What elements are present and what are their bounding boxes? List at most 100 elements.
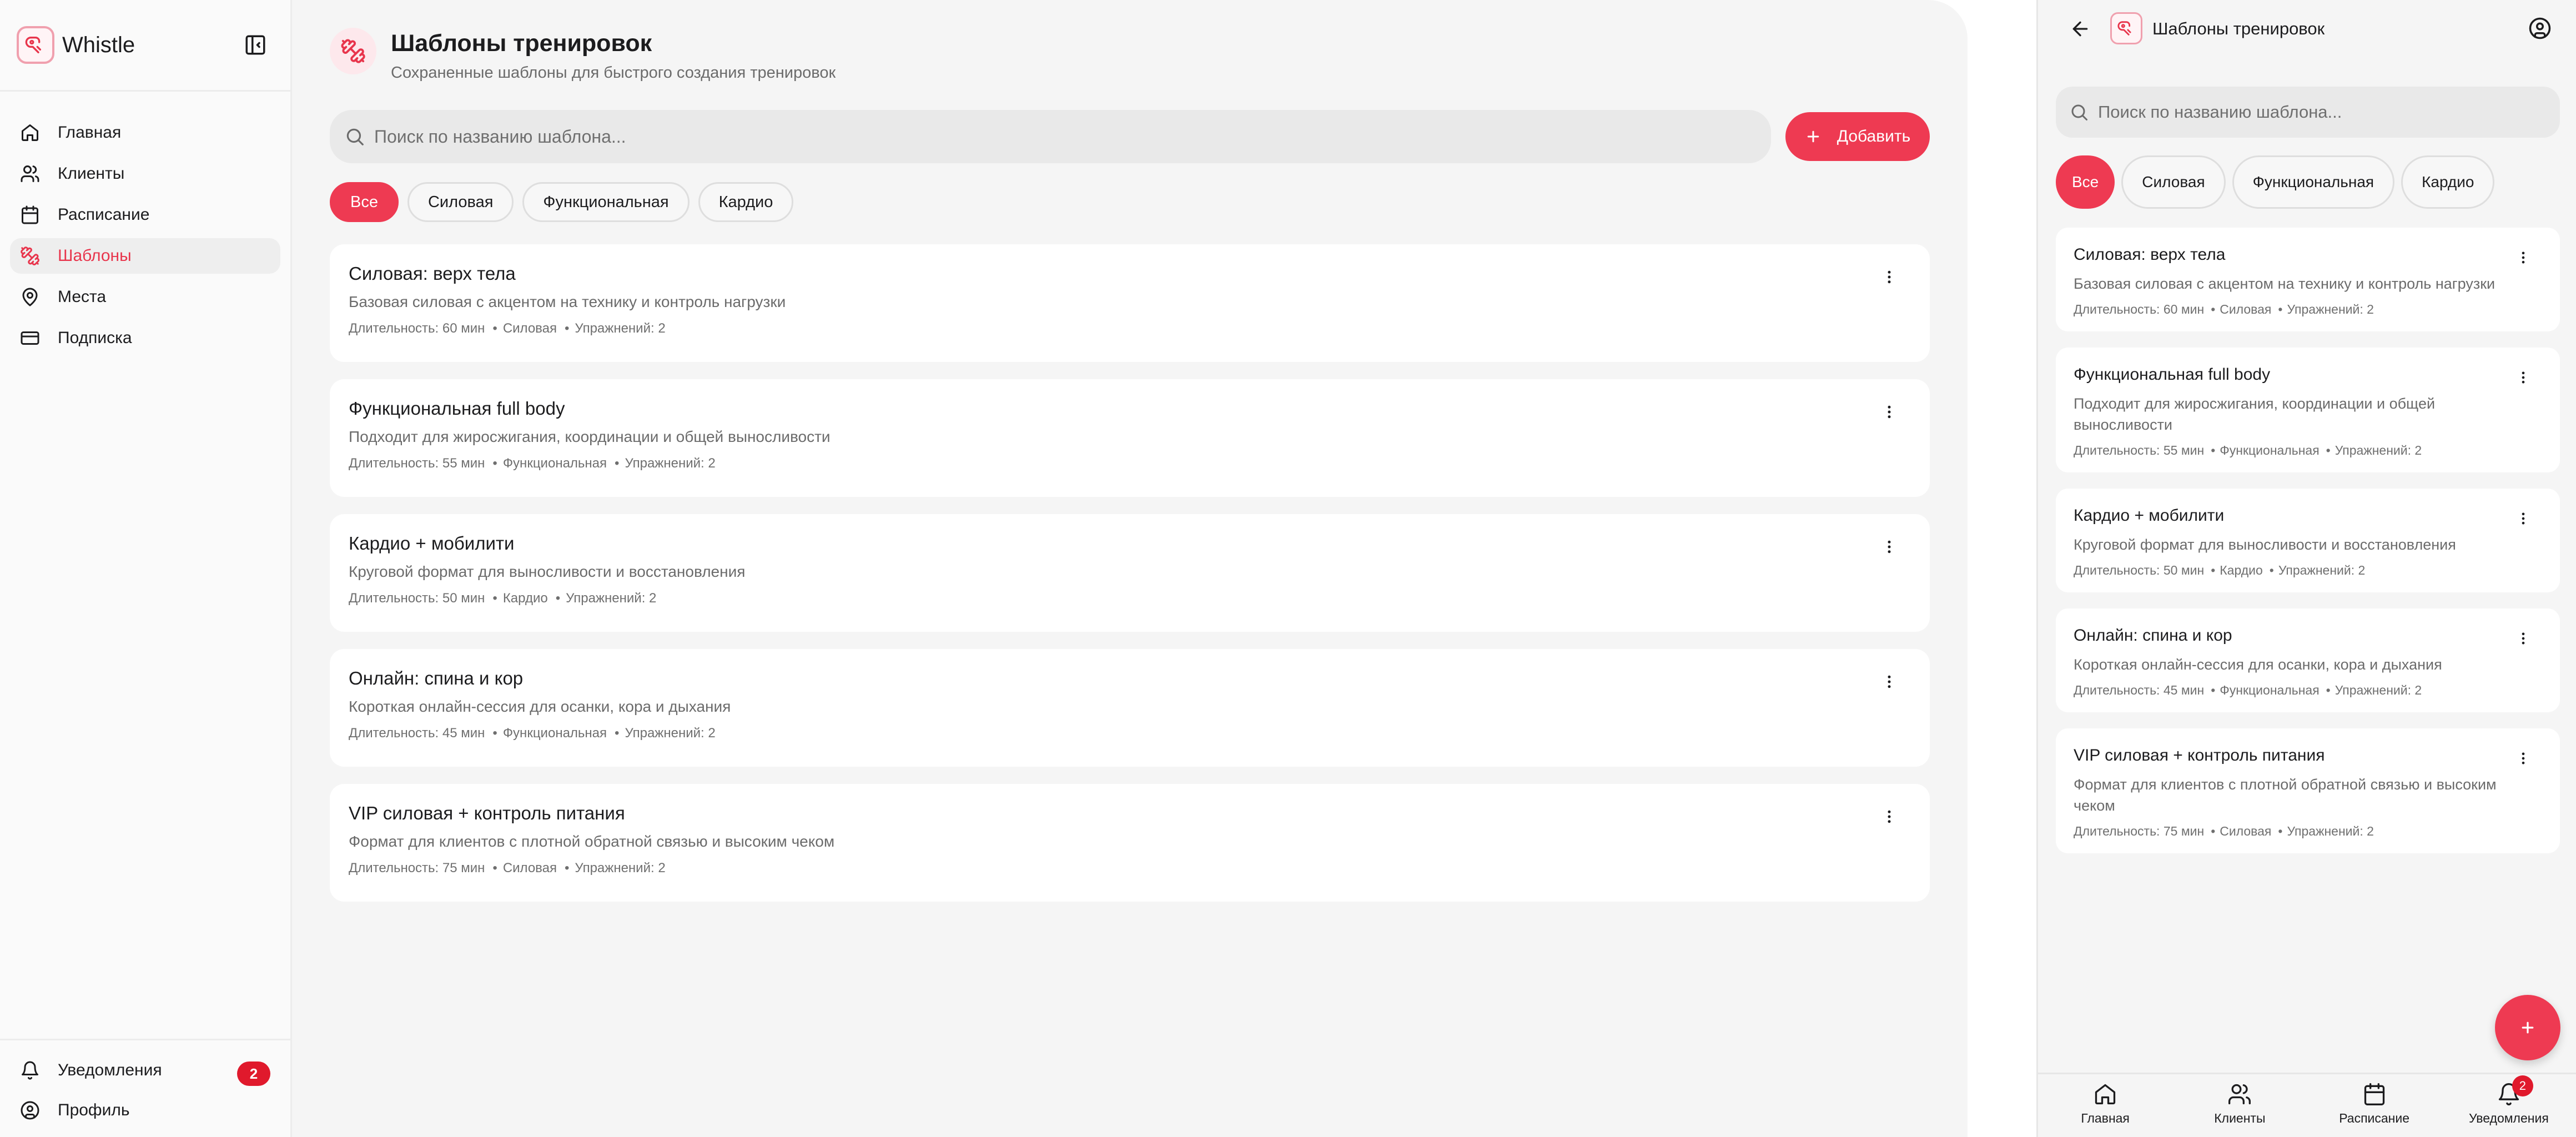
template-type: Силовая <box>2220 302 2272 316</box>
template-description: Подходит для жиросжигания, координации и… <box>2074 395 2436 433</box>
more-options-button[interactable] <box>2515 751 2531 766</box>
template-title: Кардио + мобилити <box>349 533 515 554</box>
filter-chip-all[interactable]: Все <box>2056 155 2115 209</box>
templates-icon <box>330 28 376 74</box>
template-duration: Длительность: 55 мин <box>349 456 485 471</box>
profile-button[interactable] <box>2528 17 2552 40</box>
app-logo[interactable] <box>17 26 54 64</box>
tab-label: Клиенты <box>2214 1111 2266 1125</box>
template-card[interactable]: Онлайн: спина и кор Короткая онлайн-сесс… <box>330 649 1930 767</box>
template-card[interactable]: Силовая: верх тела Базовая силовая с акц… <box>2056 228 2560 331</box>
filter-chip-cardio[interactable]: Кардио <box>698 182 794 222</box>
template-exercises: Упражнений: 2 <box>2334 443 2422 457</box>
tab-notifications[interactable]: 2 Уведомления <box>2442 1074 2576 1137</box>
more-options-button[interactable] <box>2515 370 2531 385</box>
more-options-button[interactable] <box>1881 808 1898 825</box>
templates-icon <box>19 245 41 267</box>
more-options-button[interactable] <box>2515 631 2531 646</box>
more-options-button[interactable] <box>1881 404 1898 420</box>
filter-chip-all[interactable]: Все <box>330 182 399 222</box>
app-name: Whistle <box>62 32 135 57</box>
template-type: Функциональная <box>502 456 607 471</box>
search-field[interactable] <box>2056 87 2560 138</box>
template-title: VIP силовая + контроль питания <box>349 803 625 823</box>
sidebar-item-home[interactable]: Главная <box>10 115 280 150</box>
sidebar-item-templates[interactable]: Шаблоны <box>10 238 280 274</box>
template-duration: Длительность: 75 мин <box>349 861 485 876</box>
template-meta: Длительность: 45 мин • Функциональная • Упра… <box>349 726 716 741</box>
template-card[interactable]: VIP силовая + контроль питания Формат дл… <box>2056 728 2560 853</box>
more-options-button[interactable] <box>2515 511 2531 526</box>
sidebar-item-label: Места <box>58 288 107 306</box>
sidebar-item-profile[interactable]: Профиль <box>10 1093 280 1128</box>
plus-icon <box>1807 130 1819 143</box>
sidebar-item-notifications[interactable]: Уведомления 2 <box>10 1053 280 1088</box>
users-icon <box>2228 1084 2251 1105</box>
template-duration: Длительность: 55 мин <box>2074 443 2205 457</box>
filter-chip-strength[interactable]: Силовая <box>407 182 514 222</box>
more-vertical-icon <box>2522 632 2525 645</box>
tab-home[interactable]: Главная <box>2038 1074 2172 1137</box>
sidebar-item-schedule[interactable]: Расписание <box>10 197 280 233</box>
template-duration: Длительность: 45 мин <box>349 726 485 741</box>
tab-label: Главная <box>2081 1111 2130 1125</box>
plus-icon <box>2522 1022 2534 1034</box>
search-input[interactable] <box>2098 102 2542 122</box>
back-button[interactable] <box>2069 18 2091 40</box>
users-icon <box>19 163 41 185</box>
page-subtitle: Сохраненные шаблоны для быстрого создани… <box>391 64 836 82</box>
search-icon <box>346 128 364 145</box>
collapse-sidebar-button[interactable] <box>244 33 267 57</box>
more-options-button[interactable] <box>1881 269 1898 285</box>
template-card[interactable]: Силовая: верх тела Базовая силовая с акц… <box>330 244 1930 362</box>
tab-schedule[interactable]: Расписание <box>2307 1074 2442 1137</box>
more-options-button[interactable] <box>1881 673 1898 690</box>
sidebar-item-subscription[interactable]: Подписка <box>10 320 280 356</box>
map-pin-icon <box>19 286 41 308</box>
template-card[interactable]: Функциональная full body Подходит для жи… <box>330 379 1930 497</box>
template-card[interactable]: Онлайн: спина и кор Короткая онлайн-сесс… <box>2056 608 2560 712</box>
template-description: Круговой формат для выносливости и восст… <box>349 563 746 580</box>
template-card[interactable]: Кардио + мобилити Круговой формат для вы… <box>2056 489 2560 592</box>
template-duration: Длительность: 75 мин <box>2074 824 2205 838</box>
desktop-view: Whistle Главная Клиенты Расписание Шабло… <box>0 0 1968 1137</box>
filter-chip-cardio[interactable]: Кардио <box>2401 155 2495 209</box>
add-template-button[interactable]: Добавить <box>1785 112 1930 161</box>
template-card[interactable]: Функциональная full body Подходит для жи… <box>2056 348 2560 472</box>
filter-chip-functional[interactable]: Функциональная <box>2232 155 2395 209</box>
template-title: Силовая: верх тела <box>349 263 516 284</box>
calendar-icon <box>2364 1083 2384 1105</box>
template-card[interactable]: Кардио + мобилити Круговой формат для вы… <box>330 514 1930 632</box>
sidebar-footer: Уведомления 2 Профиль <box>0 1039 290 1137</box>
sidebar-item-label: Шаблоны <box>58 246 132 265</box>
template-duration: Длительность: 50 мин <box>2074 563 2205 577</box>
sidebar-item-places[interactable]: Места <box>10 279 280 315</box>
page-title: Шаблоны тренировок <box>391 30 652 57</box>
template-meta: Длительность: 60 мин • Силовая • Упражнений:… <box>349 321 666 336</box>
template-meta: Длительность: 50 мин • Кардио • Упражнений: … <box>349 591 657 606</box>
template-title: Онлайн: спина и кор <box>349 668 524 688</box>
more-options-button[interactable] <box>2515 250 2531 265</box>
template-exercises: Упражнений: 2 <box>566 591 657 606</box>
search-field[interactable] <box>330 110 1771 163</box>
sidebar-item-clients[interactable]: Клиенты <box>10 156 280 192</box>
template-type: Функциональная <box>502 726 607 741</box>
more-vertical-icon <box>1888 540 1891 554</box>
tab-clients[interactable]: Клиенты <box>2172 1074 2307 1137</box>
template-description: Формат для клиентов с плотной обратной с… <box>349 833 835 850</box>
search-input[interactable] <box>374 126 1707 147</box>
more-vertical-icon <box>2522 512 2525 525</box>
home-icon <box>19 122 41 144</box>
filter-chip-functional[interactable]: Функциональная <box>522 182 690 222</box>
credit-card-icon <box>19 327 41 349</box>
template-description: Короткая онлайн-сессия для осанки, кора … <box>2074 656 2442 673</box>
template-duration: Длительность: 50 мин <box>349 591 485 606</box>
bottom-tab-bar: Главная Клиенты Расписание 2 Уведомления <box>2038 1073 2576 1137</box>
sidebar-nav: Главная Клиенты Расписание Шаблоны Места… <box>0 92 290 356</box>
template-card[interactable]: VIP силовая + контроль питания Формат дл… <box>330 784 1930 902</box>
more-vertical-icon <box>2522 752 2525 764</box>
main-content: Шаблоны тренировок Сохраненные шаблоны д… <box>292 0 1968 1137</box>
more-options-button[interactable] <box>1881 539 1898 555</box>
add-template-fab[interactable] <box>2495 995 2560 1060</box>
filter-chip-strength[interactable]: Силовая <box>2121 155 2226 209</box>
